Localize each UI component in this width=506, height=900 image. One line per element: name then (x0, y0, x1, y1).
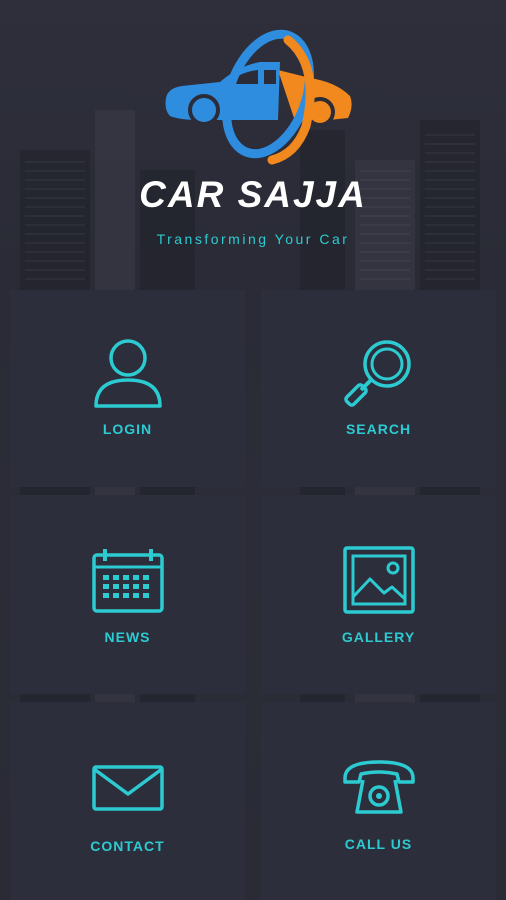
gallery-label: GALLERY (341, 629, 416, 645)
magnifier-icon (261, 336, 496, 408)
brand-name: CAR SAJJA (139, 174, 367, 215)
search-tile[interactable]: SEARCH (261, 290, 496, 487)
news-label: NEWS (104, 629, 151, 645)
gallery-tile[interactable]: GALLERY (261, 495, 496, 694)
news-tile[interactable]: NEWS (10, 495, 245, 694)
brand-tagline: Transforming Your Car (156, 231, 350, 247)
user-icon (10, 336, 245, 408)
image-icon (261, 545, 496, 615)
contact-tile[interactable]: CONTACT (10, 702, 245, 900)
phone-icon (261, 758, 496, 816)
calendar-icon (10, 547, 245, 613)
call-us-label: CALL US (344, 836, 413, 852)
car-logo-icon (165, 29, 352, 165)
app-header: CAR SAJJA Transforming Your Car (0, 0, 506, 280)
search-label: SEARCH (345, 421, 412, 437)
call-us-tile[interactable]: CALL US (261, 702, 496, 900)
login-label: LOGIN (102, 421, 153, 437)
login-tile[interactable]: LOGIN (10, 290, 245, 487)
contact-label: CONTACT (90, 838, 165, 854)
envelope-icon (10, 764, 245, 812)
